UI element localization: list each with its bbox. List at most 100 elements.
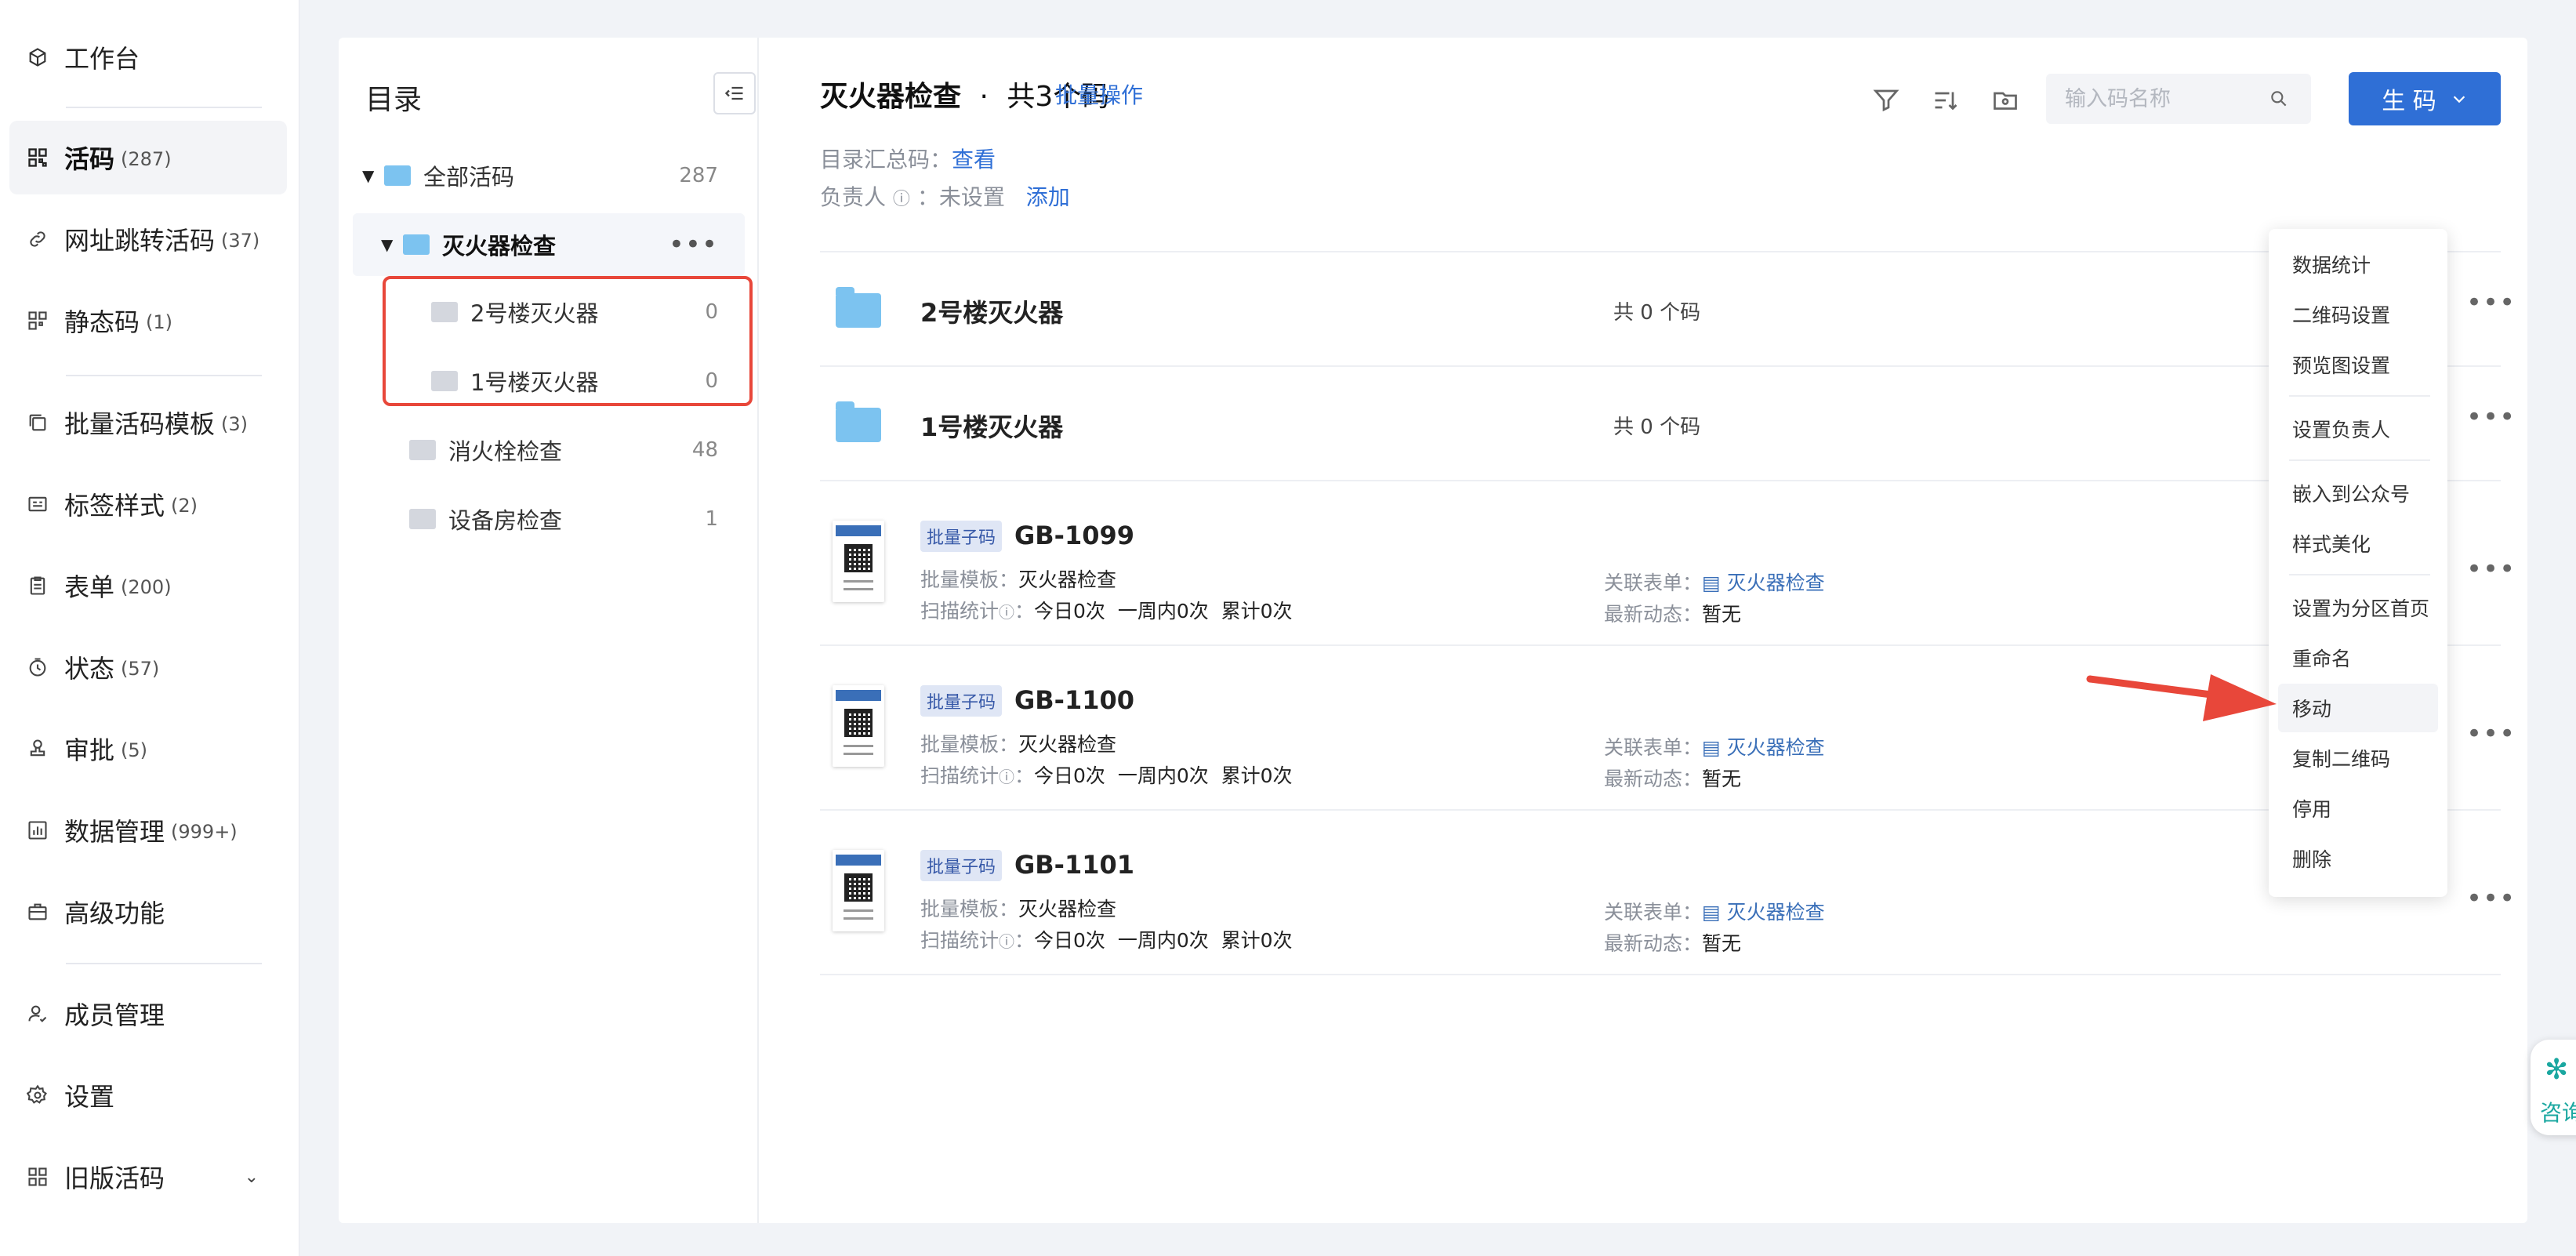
collapse-tree-button[interactable] [713,72,756,114]
tree-node-all[interactable]: ▼ 全部活码 287 [362,144,759,207]
caret-down-icon: ▼ [362,166,375,185]
code-name[interactable]: GB-1100 [1014,685,1134,715]
sidebar-item-count: (57) [121,658,160,680]
related-form: 关联表单：▤ 灭火器检查 [1604,568,1825,596]
menu-item-disable[interactable]: 停用 [2278,784,2438,833]
folder-title: 灭火器检查 [820,81,962,113]
qr-thumbnail[interactable] [833,850,884,931]
sidebar-item-settings[interactable]: 设置 [9,1058,287,1132]
generate-code-button[interactable]: 生 码 [2349,72,2501,125]
menu-item-style-beautify[interactable]: 样式美化 [2278,519,2438,568]
sidebar-item-count: (2) [171,495,198,517]
folder-row[interactable]: 1号楼灭火器 共 0 个码 ••• [820,367,2515,480]
folder-settings-icon[interactable] [1991,86,2019,114]
menu-divider [2289,395,2430,397]
code-name[interactable]: GB-1101 [1014,850,1134,880]
sidebar-item-count: (37) [221,230,260,252]
folder-icon [836,287,881,328]
form-link[interactable]: 灭火器检查 [1727,736,1825,759]
menu-item-copy-qr[interactable]: 复制二维码 [2278,734,2438,782]
sidebar-item-label: 高级功能 [64,898,165,928]
search-icon[interactable] [2269,89,2289,109]
folder-row[interactable]: 2号楼灭火器 共 0 个码 ••• [820,252,2515,365]
template-value: 灭火器检查 [1018,733,1117,756]
label-icon [27,488,64,520]
template-label: 批量模板： [920,568,1019,591]
menu-item-qr-settings[interactable]: 二维码设置 [2278,290,2438,339]
code-name[interactable]: GB-1099 [1014,521,1134,550]
sidebar-item-data-management[interactable]: 数据管理 (999+) [9,793,287,867]
row-action-menu: 数据统计 二维码设置 预览图设置 设置负责人 嵌入到公众号 样式美化 设置为分区… [2269,229,2447,897]
form-label: 关联表单： [1604,901,1703,924]
scan-value: 今日0次 一周内0次 累计0次 [1034,600,1293,623]
sidebar-item-label: 状态 [64,654,115,684]
more-icon[interactable]: ••• [2466,401,2516,433]
latest-value: 暂无 [1702,603,1742,626]
more-icon[interactable]: ••• [2466,883,2516,914]
sidebar-item-url-code[interactable]: 网址跳转活码 (37) [9,202,287,276]
code-row[interactable]: 批量子码 GB-1101 批量模板：灭火器检查 扫描统计ⓘ：今日0次 一周内0次… [820,811,2515,974]
more-icon[interactable]: ••• [669,229,718,260]
gear-icon [27,1080,64,1111]
folder-icon [836,401,881,442]
chevron-down-icon [2453,96,2465,103]
sidebar-item-label-style[interactable]: 标签样式 (2) [9,467,287,541]
code-scan-stats: 扫描统计ⓘ：今日0次 一周内0次 累计0次 [920,760,1293,789]
menu-item-delete[interactable]: 删除 [2278,834,2438,883]
related-form: 关联表单：▤ 灭火器检查 [1604,732,1825,760]
more-icon[interactable]: ••• [2466,287,2516,318]
tree-node-equipment-room[interactable]: 设备房检查 1 [409,488,759,550]
tree-node-hydrant[interactable]: 消火栓检查 48 [409,419,759,481]
scan-label: 扫描统计 [920,764,1000,787]
consult-widget[interactable]: ✻ 咨询 [2531,1040,2576,1135]
form-link[interactable]: 灭火器检查 [1727,901,1825,924]
sidebar-item-batch-template[interactable]: 批量活码模板 (3) [9,386,287,459]
menu-item-set-partition-home[interactable]: 设置为分区首页 [2278,583,2438,632]
tree-node-extinguisher[interactable]: ▼ 灭火器检查 ••• [353,213,745,276]
sidebar-item-legacy-code[interactable]: 旧版活码 ⌄ [9,1140,287,1214]
menu-item-rename[interactable]: 重命名 [2278,633,2438,682]
menu-item-set-owner[interactable]: 设置负责人 [2278,405,2438,453]
sidebar-item-members[interactable]: 成员管理 [9,977,287,1051]
summary-view-link[interactable]: 查看 [952,147,996,172]
folder-name: 1号楼灭火器 [920,412,1064,442]
menu-item-preview-settings[interactable]: 预览图设置 [2278,340,2438,389]
template-label: 批量模板： [920,898,1019,920]
form-label: 关联表单： [1604,572,1703,594]
owner-line: 负责人 ⓘ ：未设置 添加 [820,180,1070,212]
chevron-down-icon[interactable]: ⌄ [245,1167,259,1187]
sidebar-item-live-code[interactable]: 活码 (287) [9,121,287,194]
qr-thumbnail[interactable] [833,521,884,602]
sidebar-item-approval[interactable]: 审批 (5) [9,712,287,786]
sidebar-item-count: (1) [146,311,173,333]
form-link[interactable]: 灭火器检查 [1727,572,1825,594]
batch-operation-link[interactable]: 批量操作 [1055,78,1143,110]
sidebar-item-workbench[interactable]: 工作台 [9,20,287,94]
batch-sub-code-badge: 批量子码 [920,521,1002,552]
search-input[interactable] [2065,86,2269,111]
sidebar-item-form[interactable]: 表单 (200) [9,549,287,623]
sidebar-item-status[interactable]: 状态 (57) [9,630,287,704]
more-icon[interactable]: ••• [2466,554,2516,585]
sort-icon[interactable] [1932,86,1960,114]
more-icon[interactable]: ••• [2466,718,2516,750]
sidebar-item-advanced[interactable]: 高级功能 [9,875,287,949]
scan-value: 今日0次 一周内0次 累计0次 [1034,764,1293,787]
owner-add-link[interactable]: 添加 [1026,184,1070,210]
sidebar-item-label: 静态码 [64,307,140,337]
batch-sub-code-badge: 批量子码 [920,685,1002,717]
cube-icon [27,42,64,73]
qr-icon [27,305,64,336]
qr-thumbnail[interactable] [833,685,884,767]
scan-label: 扫描统计 [920,600,1000,623]
divider [66,963,262,964]
template-value: 灭火器检查 [1018,898,1117,920]
directory-tree: 目录 ▼ 全部活码 287 ▼ 灭火器检查 ••• 2号楼灭火器 0 1号楼灭火… [339,38,759,1223]
sidebar-item-static-code[interactable]: 静态码 (1) [9,284,287,358]
menu-item-move[interactable]: 移动 [2278,684,2438,732]
menu-item-embed-official-account[interactable]: 嵌入到公众号 [2278,469,2438,517]
code-row[interactable]: 批量子码 GB-1099 批量模板：灭火器检查 扫描统计ⓘ：今日0次 一周内0次… [820,481,2515,644]
latest-value: 暂无 [1702,932,1742,955]
menu-item-data-stats[interactable]: 数据统计 [2278,240,2438,289]
filter-icon[interactable] [1872,86,1900,114]
